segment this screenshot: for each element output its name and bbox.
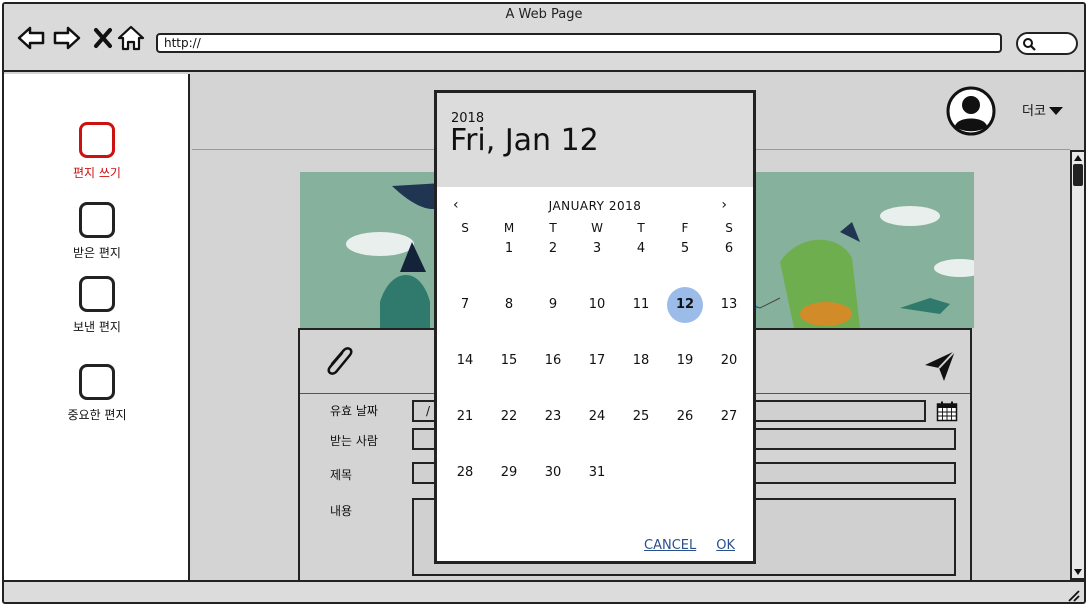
calendar-day[interactable]: 20 xyxy=(711,343,747,379)
cancel-button[interactable]: CANCEL xyxy=(644,538,696,553)
month-title: JANUARY 2018 xyxy=(548,199,642,213)
calendar-day[interactable]: 25 xyxy=(623,399,659,435)
resize-grip-icon[interactable] xyxy=(1066,588,1080,602)
vertical-scrollbar[interactable] xyxy=(1070,150,1084,580)
date-label: 유효 날짜 xyxy=(330,404,378,418)
calendar-day[interactable]: 13 xyxy=(711,287,747,323)
subject-label: 제목 xyxy=(330,468,353,482)
back-arrow-icon[interactable] xyxy=(16,24,46,52)
chevron-down-icon xyxy=(1048,106,1063,115)
ok-button[interactable]: OK xyxy=(716,538,735,553)
calendar-day[interactable]: 15 xyxy=(491,343,527,379)
calendar-day[interactable]: 22 xyxy=(491,399,527,435)
calendar-day[interactable]: 17 xyxy=(579,343,615,379)
calendar-day[interactable]: 18 xyxy=(623,343,659,379)
paperclip-icon[interactable] xyxy=(320,342,360,382)
user-menu-dropdown[interactable]: 더코 xyxy=(1022,100,1063,119)
calendar-day[interactable]: 3 xyxy=(579,231,615,267)
mail-sidebar: 편지 쓰기 받은 편지 보낸 편지 중요한 편지 xyxy=(4,74,190,580)
calendar-day[interactable]: 11 xyxy=(623,287,659,323)
forward-arrow-icon[interactable] xyxy=(52,24,82,52)
date-picker-selected-date[interactable]: Fri, Jan 12 xyxy=(450,123,599,158)
calendar-day[interactable]: 9 xyxy=(535,287,571,323)
calendar-day[interactable]: 31 xyxy=(579,455,615,491)
sidebar-item-label: 중요한 편지 xyxy=(67,408,127,422)
browser-titlebar: A Web Page http:// xyxy=(4,4,1084,72)
calendar-day[interactable]: 14 xyxy=(447,343,483,379)
sidebar-item-label: 받은 편지 xyxy=(73,246,121,260)
calendar-day[interactable]: 29 xyxy=(491,455,527,491)
important-icon xyxy=(79,364,115,400)
next-month-icon[interactable]: › xyxy=(721,197,727,213)
recipient-label: 받는 사람 xyxy=(330,434,378,448)
calendar-day[interactable]: 1 xyxy=(491,231,527,267)
calendar-day[interactable]: 2 xyxy=(535,231,571,267)
send-icon[interactable] xyxy=(922,348,958,384)
calendar-day[interactable]: 4 xyxy=(623,231,659,267)
calendar-day[interactable]: 23 xyxy=(535,399,571,435)
sent-icon xyxy=(79,276,115,312)
url-input[interactable]: http:// xyxy=(156,33,1002,53)
home-icon[interactable] xyxy=(116,24,146,52)
calendar-day[interactable]: 5 xyxy=(667,231,703,267)
calendar-day[interactable]: 30 xyxy=(535,455,571,491)
browser-window: A Web Page http:// 편지 쓰기 받은 편지 보낸 편지 중요한… xyxy=(2,2,1086,604)
sidebar-item-label: 편지 쓰기 xyxy=(73,166,121,180)
date-picker-header: 2018 Fri, Jan 12 xyxy=(437,93,753,187)
status-bar xyxy=(4,580,1084,602)
sidebar-item-label: 보낸 편지 xyxy=(73,320,121,334)
calendar-day[interactable]: 26 xyxy=(667,399,703,435)
browser-search-input[interactable] xyxy=(1016,32,1078,55)
calendar-day[interactable]: 21 xyxy=(447,399,483,435)
calendar-day[interactable]: 6 xyxy=(711,231,747,267)
calendar-day[interactable]: 7 xyxy=(447,287,483,323)
inbox-icon xyxy=(79,202,115,238)
sidebar-item-sent[interactable]: 보낸 편지 xyxy=(4,276,190,335)
month-navigation: ‹ JANUARY 2018 › xyxy=(437,197,753,215)
calendar-day-selected[interactable]: 12 xyxy=(667,287,703,323)
scroll-down-icon[interactable] xyxy=(1073,567,1083,577)
calendar-icon[interactable] xyxy=(936,400,958,422)
avatar[interactable] xyxy=(946,86,996,136)
user-menu-label: 더코 xyxy=(1022,104,1046,119)
search-icon xyxy=(1023,38,1036,51)
date-picker-actions: CANCEL OK xyxy=(644,538,735,553)
compose-icon xyxy=(79,122,115,158)
calendar-day[interactable]: 28 xyxy=(447,455,483,491)
calendar-day[interactable]: 16 xyxy=(535,343,571,379)
weekday-label: S xyxy=(461,221,469,235)
sidebar-item-important[interactable]: 중요한 편지 xyxy=(4,364,190,423)
calendar-day[interactable]: 19 xyxy=(667,343,703,379)
calendar-day[interactable]: 27 xyxy=(711,399,747,435)
date-field-value: / xyxy=(426,404,431,418)
sidebar-item-compose[interactable]: 편지 쓰기 xyxy=(4,122,190,181)
content-label: 내용 xyxy=(330,504,353,518)
calendar-day[interactable]: 8 xyxy=(491,287,527,323)
scroll-up-icon[interactable] xyxy=(1073,153,1083,163)
close-x-icon[interactable] xyxy=(88,24,118,52)
scrollbar-thumb[interactable] xyxy=(1073,164,1083,186)
date-picker-dialog: 2018 Fri, Jan 12 ‹ JANUARY 2018 › SMTWTF… xyxy=(434,90,756,564)
window-title: A Web Page xyxy=(505,7,583,22)
sidebar-item-inbox[interactable]: 받은 편지 xyxy=(4,202,190,261)
calendar-day[interactable]: 10 xyxy=(579,287,615,323)
calendar-day[interactable]: 24 xyxy=(579,399,615,435)
